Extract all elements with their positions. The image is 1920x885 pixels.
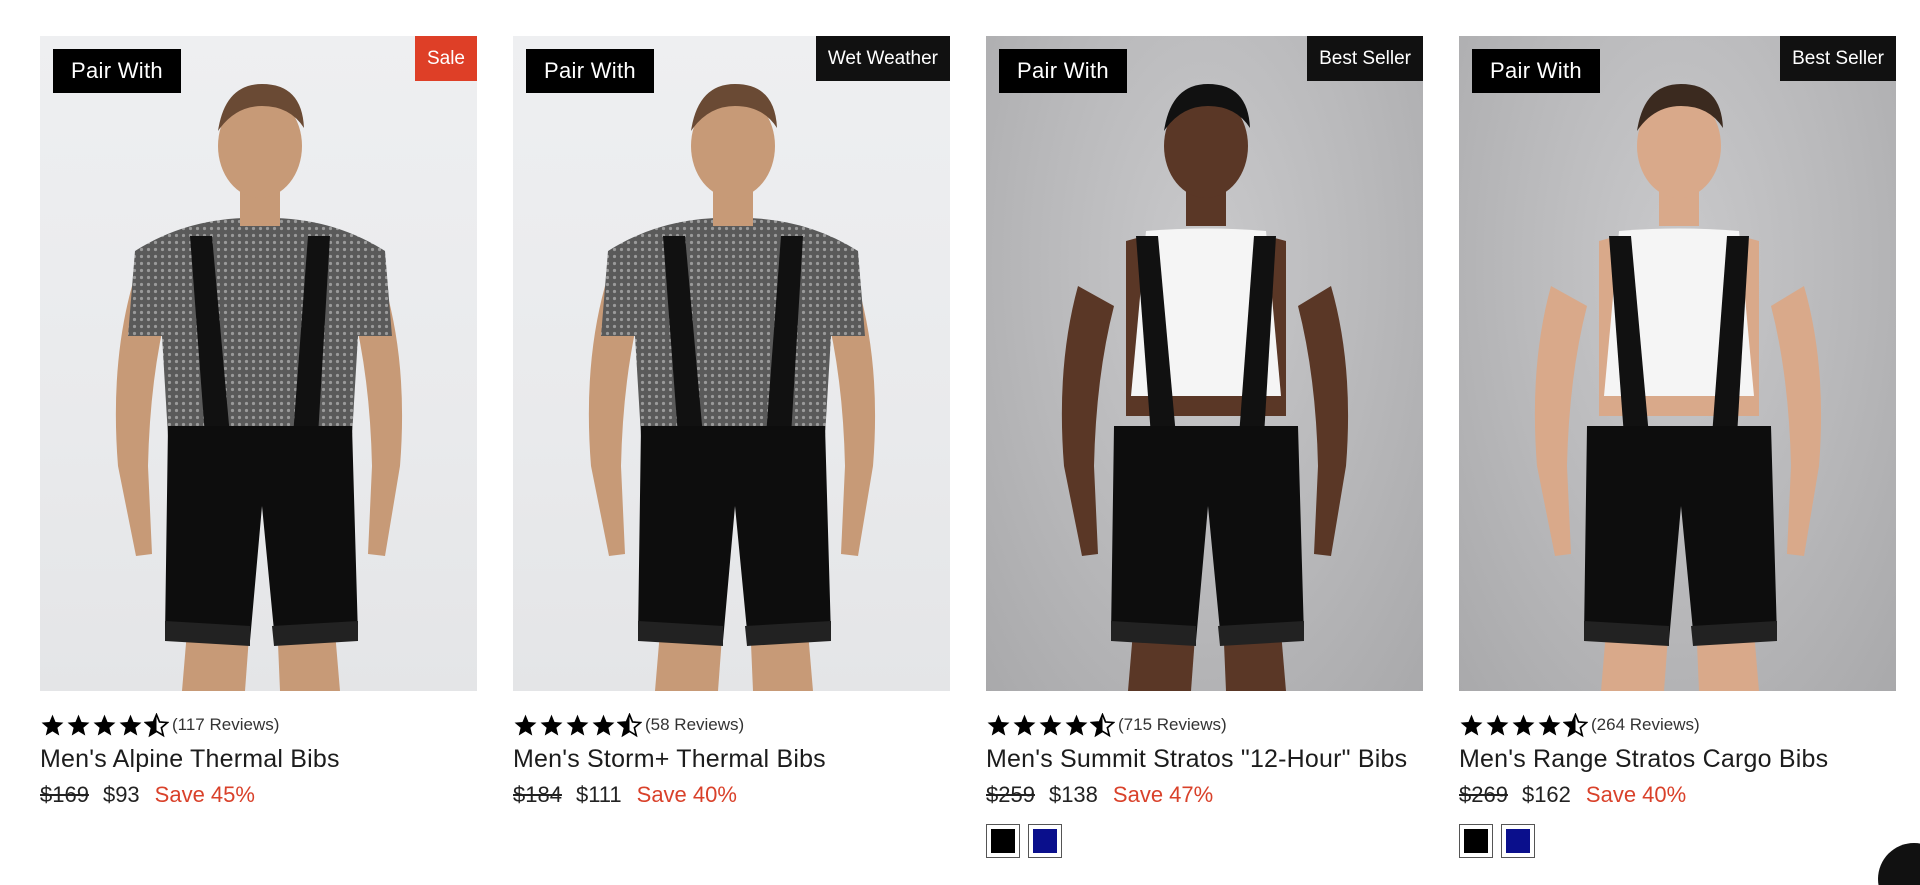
star-full-icon [41, 714, 64, 735]
star-half-icon [144, 712, 169, 737]
star-full-icon [1039, 714, 1062, 735]
star-full-icon [119, 714, 142, 735]
swatch-color [1506, 829, 1530, 853]
review-count[interactable]: (58 Reviews) [645, 715, 744, 735]
original-price: $184 [513, 782, 562, 807]
product-badge: Wet Weather [815, 36, 950, 81]
swatch-color [1464, 829, 1488, 853]
product-image[interactable]: Pair With Best Seller [986, 36, 1423, 691]
star-full-icon [987, 714, 1010, 735]
rating[interactable]: (264 Reviews) [1459, 711, 1896, 739]
star-full-icon [1065, 714, 1088, 735]
rating[interactable]: (715 Reviews) [986, 711, 1423, 739]
star-full-icon [1013, 714, 1036, 735]
pair-with-button[interactable]: Pair With [1472, 49, 1600, 93]
product-badge: Best Seller [1307, 36, 1423, 81]
review-count[interactable]: (264 Reviews) [1591, 715, 1700, 735]
black-swatch[interactable] [986, 824, 1020, 858]
review-count[interactable]: (715 Reviews) [1118, 715, 1227, 735]
rating[interactable]: (117 Reviews) [40, 711, 477, 739]
star-full-icon [67, 714, 90, 735]
model-photo [1061, 84, 1349, 691]
star-rating [1459, 712, 1588, 738]
rating[interactable]: (58 Reviews) [513, 711, 950, 739]
color-swatches [1459, 824, 1896, 858]
product-title[interactable]: Men's Storm+ Thermal Bibs [513, 745, 950, 774]
savings-label: Save 40% [636, 782, 737, 807]
sale-price: $162 [1521, 782, 1571, 807]
product-card[interactable]: Pair With Best Seller (264 Reviews) Men'… [1459, 36, 1896, 858]
pair-with-button[interactable]: Pair With [526, 49, 654, 93]
savings-label: Save 45% [154, 782, 255, 807]
star-rating [40, 712, 169, 738]
review-count[interactable]: (117 Reviews) [172, 715, 279, 735]
star-full-icon [592, 714, 615, 735]
navy-swatch[interactable] [1028, 824, 1062, 858]
star-full-icon [1538, 714, 1561, 735]
product-image[interactable]: Pair With Wet Weather [513, 36, 950, 691]
price-row: $269 $162 Save 40% [1459, 782, 1896, 808]
product-title[interactable]: Men's Range Stratos Cargo Bibs [1459, 745, 1896, 774]
star-rating [986, 712, 1115, 738]
product-badge: Best Seller [1780, 36, 1896, 81]
product-grid: Pair With Sale (117 Reviews) Men's Alpin… [40, 36, 1896, 858]
navy-swatch[interactable] [1501, 824, 1535, 858]
star-half-icon [1090, 712, 1115, 737]
star-full-icon [1460, 714, 1483, 735]
product-card[interactable]: Pair With Best Seller (715 Reviews) Men'… [986, 36, 1423, 858]
product-card[interactable]: Pair With Wet Weather (58 Reviews) Men's… [513, 36, 950, 858]
model-photo [115, 84, 403, 691]
product-badge: Sale [414, 36, 477, 81]
star-full-icon [566, 714, 589, 735]
original-price: $269 [1459, 782, 1508, 807]
product-image[interactable]: Pair With Sale [40, 36, 477, 691]
price-row: $259 $138 Save 47% [986, 782, 1423, 808]
sale-price: $138 [1048, 782, 1098, 807]
product-image[interactable]: Pair With Best Seller [1459, 36, 1896, 691]
model-photo [588, 84, 876, 691]
sale-price: $111 [575, 782, 622, 807]
star-rating [513, 712, 642, 738]
product-title[interactable]: Men's Alpine Thermal Bibs [40, 745, 477, 774]
pair-with-button[interactable]: Pair With [53, 49, 181, 93]
star-half-icon [617, 712, 642, 737]
product-card[interactable]: Pair With Sale (117 Reviews) Men's Alpin… [40, 36, 477, 858]
savings-label: Save 40% [1585, 782, 1687, 807]
star-half-icon [1563, 712, 1588, 737]
original-price: $169 [40, 782, 89, 807]
swatch-color [991, 829, 1015, 853]
price-row: $169 $93 Save 45% [40, 782, 477, 808]
sale-price: $93 [102, 782, 140, 807]
pair-with-button[interactable]: Pair With [999, 49, 1127, 93]
black-swatch[interactable] [1459, 824, 1493, 858]
color-swatches [986, 824, 1423, 858]
star-full-icon [1486, 714, 1509, 735]
star-full-icon [1512, 714, 1535, 735]
product-title[interactable]: Men's Summit Stratos "12-Hour" Bibs [986, 745, 1423, 774]
star-full-icon [514, 714, 537, 735]
swatch-color [1033, 829, 1057, 853]
model-photo [1534, 84, 1822, 691]
savings-label: Save 47% [1112, 782, 1214, 807]
price-row: $184 $111 Save 40% [513, 782, 950, 808]
star-full-icon [93, 714, 116, 735]
star-full-icon [540, 714, 563, 735]
original-price: $259 [986, 782, 1035, 807]
